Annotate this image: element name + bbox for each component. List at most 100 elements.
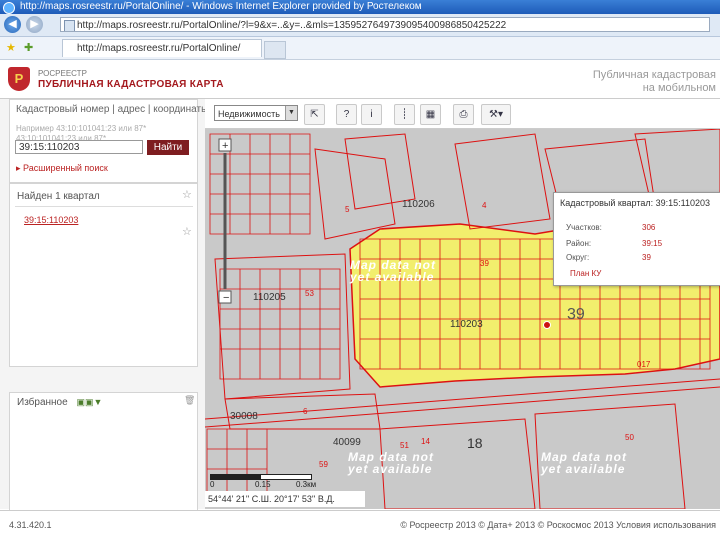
identify-tool-icon[interactable]: ? <box>336 104 357 125</box>
map-label: 39 <box>567 306 585 323</box>
layer-select[interactable]: Недвижимость ▼ <box>214 105 298 121</box>
browser-tab[interactable]: http://maps.rosreestr.ru/PortalOnline/ <box>62 39 262 57</box>
map-label: 14 <box>421 437 430 446</box>
advanced-search-link[interactable]: ▸ Расширенный поиск <box>16 163 108 174</box>
footer: 4.31.420.1 © Росреестр 2013 © Дата+ 2013… <box>0 510 720 541</box>
layer-select-value: Недвижимость <box>218 109 280 119</box>
print-tool-icon[interactable]: ⎙ <box>453 104 474 125</box>
no-data-watermark: Map data not yet available <box>348 450 434 476</box>
map-label: 6 <box>303 407 308 416</box>
favorites-bar: ★ ✚ http://maps.rosreestr.ru/PortalOnlin… <box>0 37 720 60</box>
copyright-text[interactable]: © Росреестр 2013 © Дата+ 2013 © Роскосмо… <box>400 520 716 530</box>
map-label: 53 <box>305 289 314 298</box>
map-label: 50 <box>625 433 634 442</box>
chevron-down-icon: ▼ <box>285 106 297 120</box>
layers-tool-icon[interactable]: ▦ <box>420 104 441 125</box>
search-input[interactable]: 39:15:110203 <box>15 140 143 154</box>
scale-tick: 0.3км <box>296 480 317 489</box>
favorites-panel <box>9 392 198 511</box>
window-title-bar: http://maps.rosreestr.ru/PortalOnline/ -… <box>0 0 720 14</box>
popup-row-label: Участков: <box>566 223 602 232</box>
window-title: http://maps.rosreestr.ru/PortalOnline/ -… <box>20 1 422 12</box>
browser-nav-bar: ◀ ▶ http://maps.rosreestr.ru/PortalOnlin… <box>0 14 720 37</box>
address-bar[interactable]: http://maps.rosreestr.ru/PortalOnline/?l… <box>60 17 710 32</box>
popup-row-label: Округ: <box>566 253 590 262</box>
no-data-watermark: Map data not yet available <box>350 258 436 284</box>
find-button[interactable]: Найти <box>147 140 189 155</box>
settings-tool-icon[interactable]: ⚒▾ <box>481 104 511 125</box>
road-line <box>205 378 720 420</box>
zoom-slider[interactable]: + − <box>218 138 232 304</box>
org-name: РОСРЕЕСТР <box>38 69 87 78</box>
parcel-outline[interactable] <box>634 129 720 200</box>
popup-row-value[interactable]: 39 <box>642 253 651 262</box>
version-text: 4.31.420.1 <box>9 520 52 530</box>
map-label: 18 <box>467 435 483 451</box>
zoom-out-icon: − <box>223 292 229 304</box>
advanced-search-label: Расширенный поиск <box>23 163 108 173</box>
site-header: Р РОСРЕЕСТР ПУБЛИЧНАЯ КАДАСТРОВАЯ КАРТА … <box>0 60 720 99</box>
coordinates-readout: 54°44' 21'' С.Ш. 20°17' 53'' В.Д. <box>205 491 365 507</box>
plan-link[interactable]: План КУ <box>570 269 601 278</box>
popup-row-label: Район: <box>566 239 592 248</box>
map-label: 5 <box>345 205 350 214</box>
tab-title: http://maps.rosreestr.ru/PortalOnline/ <box>77 43 241 54</box>
result-link[interactable]: 39:15:110203 <box>24 215 78 225</box>
results-star-icon[interactable]: ☆ <box>182 188 192 201</box>
plots-grid-west <box>219 268 341 380</box>
road-line <box>205 386 720 428</box>
forward-icon[interactable]: ▶ <box>26 16 43 33</box>
page-icon <box>64 20 75 31</box>
measure-tool-icon[interactable]: ┊ <box>394 104 415 125</box>
ie-logo-icon <box>3 2 15 14</box>
results-header: Найден 1 квартал <box>17 191 100 202</box>
mobile-promo[interactable]: Публичная кадастровая на мобильном <box>593 69 716 95</box>
new-tab-button[interactable] <box>264 41 286 59</box>
promo-line-1: Публичная кадастровая <box>592 69 716 81</box>
map-label: 40099 <box>333 437 361 448</box>
rosreestr-emblem-icon: Р <box>8 67 30 91</box>
favorites-star-icon[interactable]: ★ <box>6 41 16 54</box>
select-tool-icon[interactable]: ⇱ <box>304 104 325 125</box>
info-tool-icon[interactable]: i <box>361 104 382 125</box>
favorites-label: Избранное <box>17 397 68 408</box>
parcel-outline[interactable] <box>214 253 351 400</box>
results-divider <box>15 206 193 207</box>
zoom-in-icon: + <box>222 140 228 152</box>
location-marker-icon[interactable] <box>543 321 551 329</box>
quarter-info-popup: Кадастровый квартал: 39:15:110203 Участк… <box>553 192 720 286</box>
parcel-outline[interactable] <box>344 133 416 210</box>
map-label: 110206 <box>402 199 435 210</box>
map-label: 4 <box>482 201 487 210</box>
map-label: 30008 <box>230 411 258 422</box>
results-panel <box>9 183 198 367</box>
popup-row-value: 306 <box>642 223 656 232</box>
map-label: 39 <box>480 259 489 268</box>
promo-line-2: на мобильном <box>642 82 716 94</box>
map-label: 51 <box>400 441 409 450</box>
back-icon[interactable]: ◀ <box>4 16 21 33</box>
app-title[interactable]: ПУБЛИЧНАЯ КАДАСТРОВАЯ КАРТА <box>38 79 224 90</box>
map-label: 59 <box>319 460 328 469</box>
map-toolbar: Недвижимость ▼ ⇱ ? i ┊ ▦ ⎙ ⚒▾ <box>205 99 720 129</box>
map-label: 017 <box>637 360 651 369</box>
result-star-icon[interactable]: ☆ <box>182 225 192 238</box>
parcel-outline[interactable] <box>314 148 396 240</box>
map-view[interactable]: + − 110206 110205 110203 30008 40099 18 … <box>205 129 720 509</box>
search-hint-line-1: Например 43:10:101041:23 или 87* <box>16 124 147 133</box>
favorites-tools-icon[interactable]: ▣▣▼ <box>76 397 102 407</box>
popup-row-value[interactable]: 39:15 <box>642 239 662 248</box>
favorites-header: Избранное ▣▣▼ <box>17 397 102 408</box>
map-label: 110203 <box>450 319 483 330</box>
add-favorites-icon[interactable]: ✚ <box>24 41 33 54</box>
favorites-trash-icon[interactable]: 🗑 <box>184 395 195 406</box>
left-panel: Кадастровый номер | адрес | координаты Н… <box>0 99 208 511</box>
search-mode-tabs[interactable]: Кадастровый номер | адрес | координаты <box>16 104 208 115</box>
scale-tick: 0.15 <box>255 480 271 489</box>
parcel-outline[interactable] <box>454 133 551 230</box>
address-text: http://maps.rosreestr.ru/PortalOnline/?l… <box>77 20 507 31</box>
popup-title: Кадастровый квартал: 39:15:110203 <box>560 198 711 208</box>
scale-tick: 0 <box>210 480 215 489</box>
no-data-watermark: Map data not yet available <box>541 450 627 476</box>
map-label: 110205 <box>253 292 286 303</box>
